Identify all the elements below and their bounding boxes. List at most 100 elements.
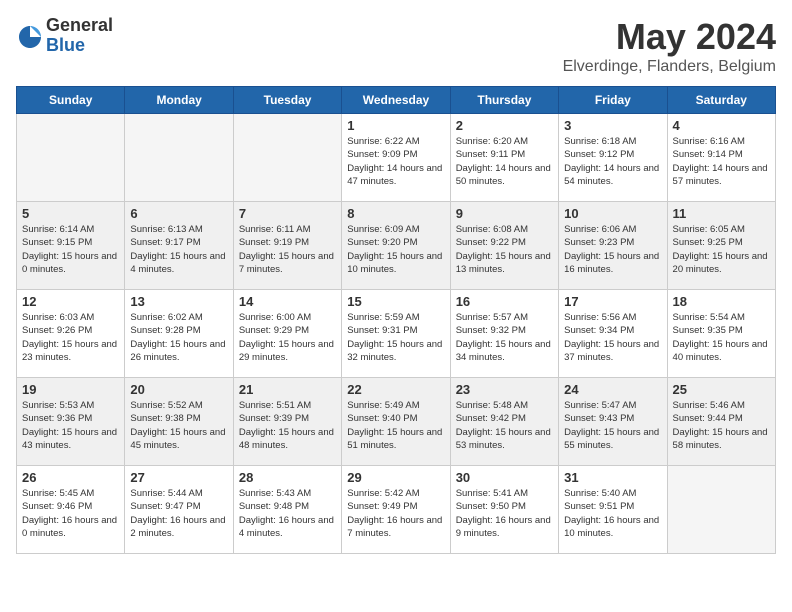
day-number: 14 xyxy=(239,294,336,309)
calendar-week-row: 1 Sunrise: 6:22 AM Sunset: 9:09 PM Daylig… xyxy=(17,114,776,202)
calendar-cell: 6 Sunrise: 6:13 AM Sunset: 9:17 PM Daylig… xyxy=(125,202,233,290)
calendar-cell: 21 Sunrise: 5:51 AM Sunset: 9:39 PM Dayli… xyxy=(233,378,341,466)
cell-info: Sunrise: 6:02 AM Sunset: 9:28 PM Dayligh… xyxy=(130,311,227,364)
cell-info: Sunrise: 5:51 AM Sunset: 9:39 PM Dayligh… xyxy=(239,399,336,452)
day-number: 31 xyxy=(564,470,661,485)
day-number: 6 xyxy=(130,206,227,221)
calendar-cell: 1 Sunrise: 6:22 AM Sunset: 9:09 PM Daylig… xyxy=(342,114,450,202)
day-number: 13 xyxy=(130,294,227,309)
calendar-cell: 15Sunrise: 5:59 AM Sunset: 9:31 PM Dayli… xyxy=(342,290,450,378)
calendar-cell: 24 Sunrise: 5:47 AM Sunset: 9:43 PM Dayli… xyxy=(559,378,667,466)
calendar-cell: 5 Sunrise: 6:14 AM Sunset: 9:15 PM Daylig… xyxy=(17,202,125,290)
calendar-cell xyxy=(125,114,233,202)
calendar-cell: 11 Sunrise: 6:05 AM Sunset: 9:25 PM Dayli… xyxy=(667,202,775,290)
cell-info: Sunrise: 6:20 AM Sunset: 9:11 PM Dayligh… xyxy=(456,135,553,188)
day-number: 5 xyxy=(22,206,119,221)
page-header: General Blue May 2024 Elverdinge, Flande… xyxy=(16,16,776,76)
title-area: May 2024 Elverdinge, Flanders, Belgium xyxy=(563,16,776,76)
calendar-week-row: 26 Sunrise: 5:45 AM Sunset: 9:46 PM Dayli… xyxy=(17,466,776,554)
calendar-cell xyxy=(17,114,125,202)
cell-info: Sunrise: 5:45 AM Sunset: 9:46 PM Dayligh… xyxy=(22,487,119,540)
day-number: 4 xyxy=(673,118,770,133)
logo-icon xyxy=(16,22,44,50)
calendar-cell: 20 Sunrise: 5:52 AM Sunset: 9:38 PM Dayli… xyxy=(125,378,233,466)
day-number: 16 xyxy=(456,294,553,309)
day-number: 17 xyxy=(564,294,661,309)
cell-info: Sunrise: 5:40 AM Sunset: 9:51 PM Dayligh… xyxy=(564,487,661,540)
day-number: 29 xyxy=(347,470,444,485)
cell-info: Sunrise: 6:08 AM Sunset: 9:22 PM Dayligh… xyxy=(456,223,553,276)
day-number: 7 xyxy=(239,206,336,221)
cell-info: Sunrise: 6:05 AM Sunset: 9:25 PM Dayligh… xyxy=(673,223,770,276)
day-number: 8 xyxy=(347,206,444,221)
cell-info: Sunrise: 6:03 AM Sunset: 9:26 PM Dayligh… xyxy=(22,311,119,364)
cell-info: Sunrise: 6:14 AM Sunset: 9:15 PM Dayligh… xyxy=(22,223,119,276)
day-number: 23 xyxy=(456,382,553,397)
day-number: 15 xyxy=(347,294,444,309)
calendar-subtitle: Elverdinge, Flanders, Belgium xyxy=(563,58,776,76)
calendar-cell: 2 Sunrise: 6:20 AM Sunset: 9:11 PM Daylig… xyxy=(450,114,558,202)
cell-info: Sunrise: 6:22 AM Sunset: 9:09 PM Dayligh… xyxy=(347,135,444,188)
cell-info: Sunrise: 6:16 AM Sunset: 9:14 PM Dayligh… xyxy=(673,135,770,188)
calendar-title: May 2024 xyxy=(563,16,776,58)
calendar-cell: 10 Sunrise: 6:06 AM Sunset: 9:23 PM Dayli… xyxy=(559,202,667,290)
cell-info: Sunrise: 6:06 AM Sunset: 9:23 PM Dayligh… xyxy=(564,223,661,276)
day-number: 10 xyxy=(564,206,661,221)
cell-info: Sunrise: 5:54 AM Sunset: 9:35 PM Dayligh… xyxy=(673,311,770,364)
cell-info: Sunrise: 5:49 AM Sunset: 9:40 PM Dayligh… xyxy=(347,399,444,452)
calendar-cell: 14 Sunrise: 6:00 AM Sunset: 9:29 PM Dayli… xyxy=(233,290,341,378)
weekday-header-cell: Monday xyxy=(125,87,233,114)
day-number: 25 xyxy=(673,382,770,397)
cell-info: Sunrise: 5:44 AM Sunset: 9:47 PM Dayligh… xyxy=(130,487,227,540)
day-number: 24 xyxy=(564,382,661,397)
day-number: 30 xyxy=(456,470,553,485)
weekday-header-row: SundayMondayTuesdayWednesdayThursdayFrid… xyxy=(17,87,776,114)
calendar-cell: 23 Sunrise: 5:48 AM Sunset: 9:42 PM Dayli… xyxy=(450,378,558,466)
cell-info: Sunrise: 5:41 AM Sunset: 9:50 PM Dayligh… xyxy=(456,487,553,540)
day-number: 27 xyxy=(130,470,227,485)
calendar-week-row: 19Sunrise: 5:53 AM Sunset: 9:36 PM Dayli… xyxy=(17,378,776,466)
calendar-cell: 28Sunrise: 5:43 AM Sunset: 9:48 PM Dayli… xyxy=(233,466,341,554)
calendar-cell: 31 Sunrise: 5:40 AM Sunset: 9:51 PM Dayli… xyxy=(559,466,667,554)
calendar-cell: 27 Sunrise: 5:44 AM Sunset: 9:47 PM Dayli… xyxy=(125,466,233,554)
cell-info: Sunrise: 5:47 AM Sunset: 9:43 PM Dayligh… xyxy=(564,399,661,452)
day-number: 21 xyxy=(239,382,336,397)
day-number: 18 xyxy=(673,294,770,309)
weekday-header-cell: Wednesday xyxy=(342,87,450,114)
cell-info: Sunrise: 5:52 AM Sunset: 9:38 PM Dayligh… xyxy=(130,399,227,452)
day-number: 1 xyxy=(347,118,444,133)
cell-info: Sunrise: 6:13 AM Sunset: 9:17 PM Dayligh… xyxy=(130,223,227,276)
day-number: 11 xyxy=(673,206,770,221)
cell-info: Sunrise: 6:00 AM Sunset: 9:29 PM Dayligh… xyxy=(239,311,336,364)
weekday-header-cell: Tuesday xyxy=(233,87,341,114)
cell-info: Sunrise: 5:48 AM Sunset: 9:42 PM Dayligh… xyxy=(456,399,553,452)
cell-info: Sunrise: 5:56 AM Sunset: 9:34 PM Dayligh… xyxy=(564,311,661,364)
calendar-cell: 18 Sunrise: 5:54 AM Sunset: 9:35 PM Dayli… xyxy=(667,290,775,378)
calendar-body: 1 Sunrise: 6:22 AM Sunset: 9:09 PM Daylig… xyxy=(17,114,776,554)
day-number: 2 xyxy=(456,118,553,133)
calendar-cell: 26 Sunrise: 5:45 AM Sunset: 9:46 PM Dayli… xyxy=(17,466,125,554)
calendar-cell: 8 Sunrise: 6:09 AM Sunset: 9:20 PM Daylig… xyxy=(342,202,450,290)
calendar-cell xyxy=(233,114,341,202)
calendar-cell: 22 Sunrise: 5:49 AM Sunset: 9:40 PM Dayli… xyxy=(342,378,450,466)
calendar-cell: 12Sunrise: 6:03 AM Sunset: 9:26 PM Dayli… xyxy=(17,290,125,378)
cell-info: Sunrise: 5:57 AM Sunset: 9:32 PM Dayligh… xyxy=(456,311,553,364)
day-number: 20 xyxy=(130,382,227,397)
cell-info: Sunrise: 5:53 AM Sunset: 9:36 PM Dayligh… xyxy=(22,399,119,452)
weekday-header-cell: Sunday xyxy=(17,87,125,114)
calendar-week-row: 5 Sunrise: 6:14 AM Sunset: 9:15 PM Daylig… xyxy=(17,202,776,290)
day-number: 26 xyxy=(22,470,119,485)
logo-blue-text: Blue xyxy=(46,36,113,56)
cell-info: Sunrise: 5:42 AM Sunset: 9:49 PM Dayligh… xyxy=(347,487,444,540)
cell-info: Sunrise: 6:09 AM Sunset: 9:20 PM Dayligh… xyxy=(347,223,444,276)
day-number: 22 xyxy=(347,382,444,397)
weekday-header-cell: Friday xyxy=(559,87,667,114)
cell-info: Sunrise: 6:18 AM Sunset: 9:12 PM Dayligh… xyxy=(564,135,661,188)
calendar-table: SundayMondayTuesdayWednesdayThursdayFrid… xyxy=(16,86,776,554)
day-number: 28 xyxy=(239,470,336,485)
calendar-cell: 13 Sunrise: 6:02 AM Sunset: 9:28 PM Dayli… xyxy=(125,290,233,378)
calendar-cell: 4 Sunrise: 6:16 AM Sunset: 9:14 PM Daylig… xyxy=(667,114,775,202)
calendar-week-row: 12Sunrise: 6:03 AM Sunset: 9:26 PM Dayli… xyxy=(17,290,776,378)
cell-info: Sunrise: 5:46 AM Sunset: 9:44 PM Dayligh… xyxy=(673,399,770,452)
calendar-cell: 3Sunrise: 6:18 AM Sunset: 9:12 PM Daylig… xyxy=(559,114,667,202)
